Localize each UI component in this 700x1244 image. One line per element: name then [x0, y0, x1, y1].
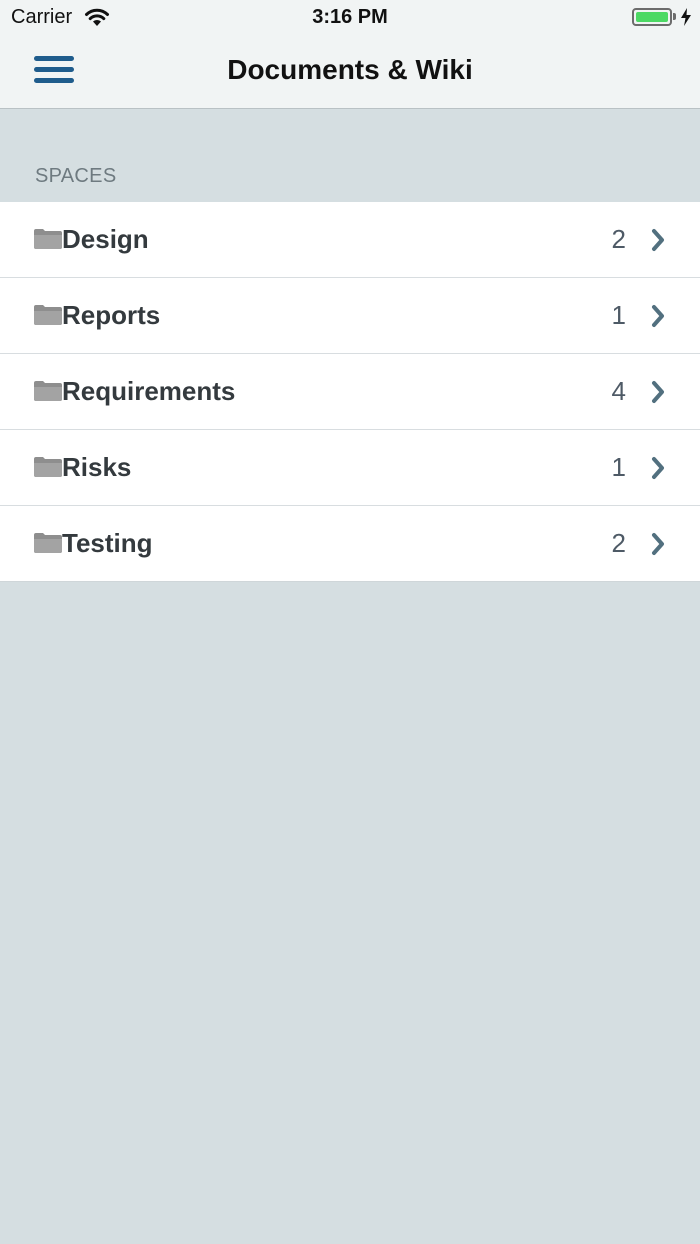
status-bar: Carrier 3:16 PM	[0, 0, 700, 36]
folder-icon	[34, 457, 62, 482]
space-document-count: 4	[611, 376, 626, 406]
spaces-section-header: SPACES	[35, 165, 117, 187]
chevron-right-icon	[650, 456, 666, 485]
space-name: Risks	[62, 452, 132, 482]
chevron-right-icon	[650, 228, 666, 257]
space-name: Testing	[62, 528, 153, 558]
page-title: Documents & Wiki	[227, 54, 473, 85]
status-time: 3:16 PM	[312, 6, 388, 28]
battery-level-fill	[636, 12, 668, 22]
spaces-list: Design 2 Reports 1 Requirements 4 Risks …	[0, 202, 700, 582]
space-row-risks[interactable]: Risks 1	[0, 430, 700, 506]
space-row-reports[interactable]: Reports 1	[0, 278, 700, 354]
space-document-count: 2	[611, 528, 626, 558]
battery-icon	[632, 8, 672, 26]
space-name: Requirements	[62, 376, 236, 406]
navigation-bar: Documents & Wiki	[0, 36, 700, 109]
battery-tip	[673, 13, 676, 20]
chevron-right-icon	[650, 532, 666, 561]
space-row-testing[interactable]: Testing 2	[0, 506, 700, 582]
folder-icon	[34, 229, 62, 254]
space-name: Reports	[62, 300, 161, 330]
folder-icon	[34, 305, 62, 330]
space-document-count: 2	[611, 224, 626, 254]
chevron-right-icon	[650, 380, 666, 409]
space-row-requirements[interactable]: Requirements 4	[0, 354, 700, 430]
space-name: Design	[62, 224, 149, 254]
space-document-count: 1	[611, 300, 626, 330]
space-document-count: 1	[611, 452, 626, 482]
space-row-design[interactable]: Design 2	[0, 202, 700, 278]
folder-icon	[34, 381, 62, 406]
chevron-right-icon	[650, 304, 666, 333]
folder-icon	[34, 533, 62, 558]
charging-bolt-icon	[680, 8, 692, 31]
